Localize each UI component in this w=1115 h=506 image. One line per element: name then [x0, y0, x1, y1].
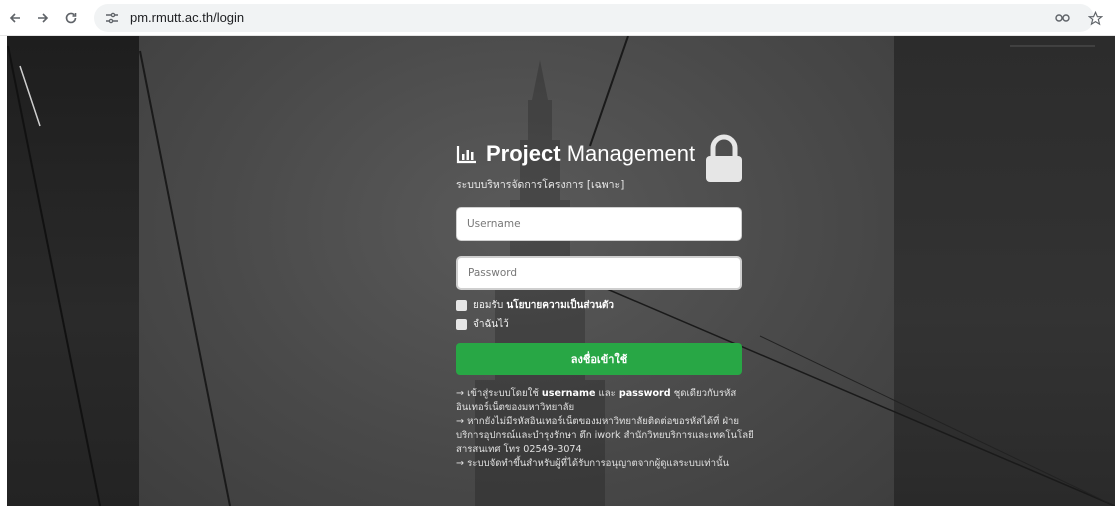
site-info-icon[interactable] [104, 10, 120, 26]
username-input[interactable] [456, 207, 742, 241]
accept-policy-row: ยอมรับ นโยบายความเป็นส่วนตัว [456, 298, 746, 312]
login-button[interactable]: ลงชื่อเข้าใช้ [456, 343, 742, 375]
password-input[interactable] [456, 256, 742, 290]
star-icon[interactable] [1085, 8, 1105, 28]
remember-me-checkbox[interactable] [456, 318, 467, 330]
back-arrow-icon[interactable] [4, 7, 26, 29]
brand-title-rest: Management [560, 141, 696, 166]
login-page: Project Management ระบบบริหารจัดการโครงก… [0, 36, 1115, 506]
login-info-text: → เข้าสู่ระบบโดยใช้ username และ passwor… [456, 387, 756, 471]
reload-icon[interactable] [60, 7, 82, 29]
lock-icon [706, 134, 742, 182]
info-line-1: → เข้าสู่ระบบโดยใช้ username และ passwor… [456, 387, 756, 415]
privacy-policy-link[interactable]: นโยบายความเป็นส่วนตัว [506, 300, 614, 311]
info1-prefix: → เข้าสู่ระบบโดยใช้ [456, 388, 542, 399]
forward-arrow-icon[interactable] [32, 7, 54, 29]
url-text: pm.rmutt.ac.th/login [130, 10, 245, 25]
address-bar[interactable]: pm.rmutt.ac.th/login [94, 3, 1094, 32]
chart-icon [456, 146, 476, 164]
accept-policy-prefix: ยอมรับ [473, 299, 507, 311]
accept-policy-label: ยอมรับ นโยบายความเป็นส่วนตัว [473, 298, 614, 313]
brand-title-bold: Project [486, 141, 561, 166]
remember-me-row: จำฉันไว้ [456, 317, 746, 331]
login-form: Project Management ระบบบริหารจัดการโครงก… [456, 132, 754, 471]
remember-me-label: จำฉันไว้ [473, 318, 509, 330]
toolbar-right [1053, 0, 1105, 36]
info1-username: username [541, 388, 596, 399]
accept-policy-checkbox[interactable] [456, 299, 467, 311]
browser-toolbar: pm.rmutt.ac.th/login [0, 0, 1115, 36]
info-line-3: → ระบบจัดทำขึ้นสำหรับผู้ที่ได้รับการอนุญ… [456, 458, 730, 469]
key-icon[interactable] [1053, 8, 1073, 28]
info1-mid: และ [595, 388, 619, 399]
brand-title: Project Management [486, 141, 695, 167]
info1-password: password [618, 388, 671, 399]
info-line-2: → หากยังไม่มีรหัสอินเทอร์เน็ตของมหาวิทยา… [456, 416, 754, 455]
